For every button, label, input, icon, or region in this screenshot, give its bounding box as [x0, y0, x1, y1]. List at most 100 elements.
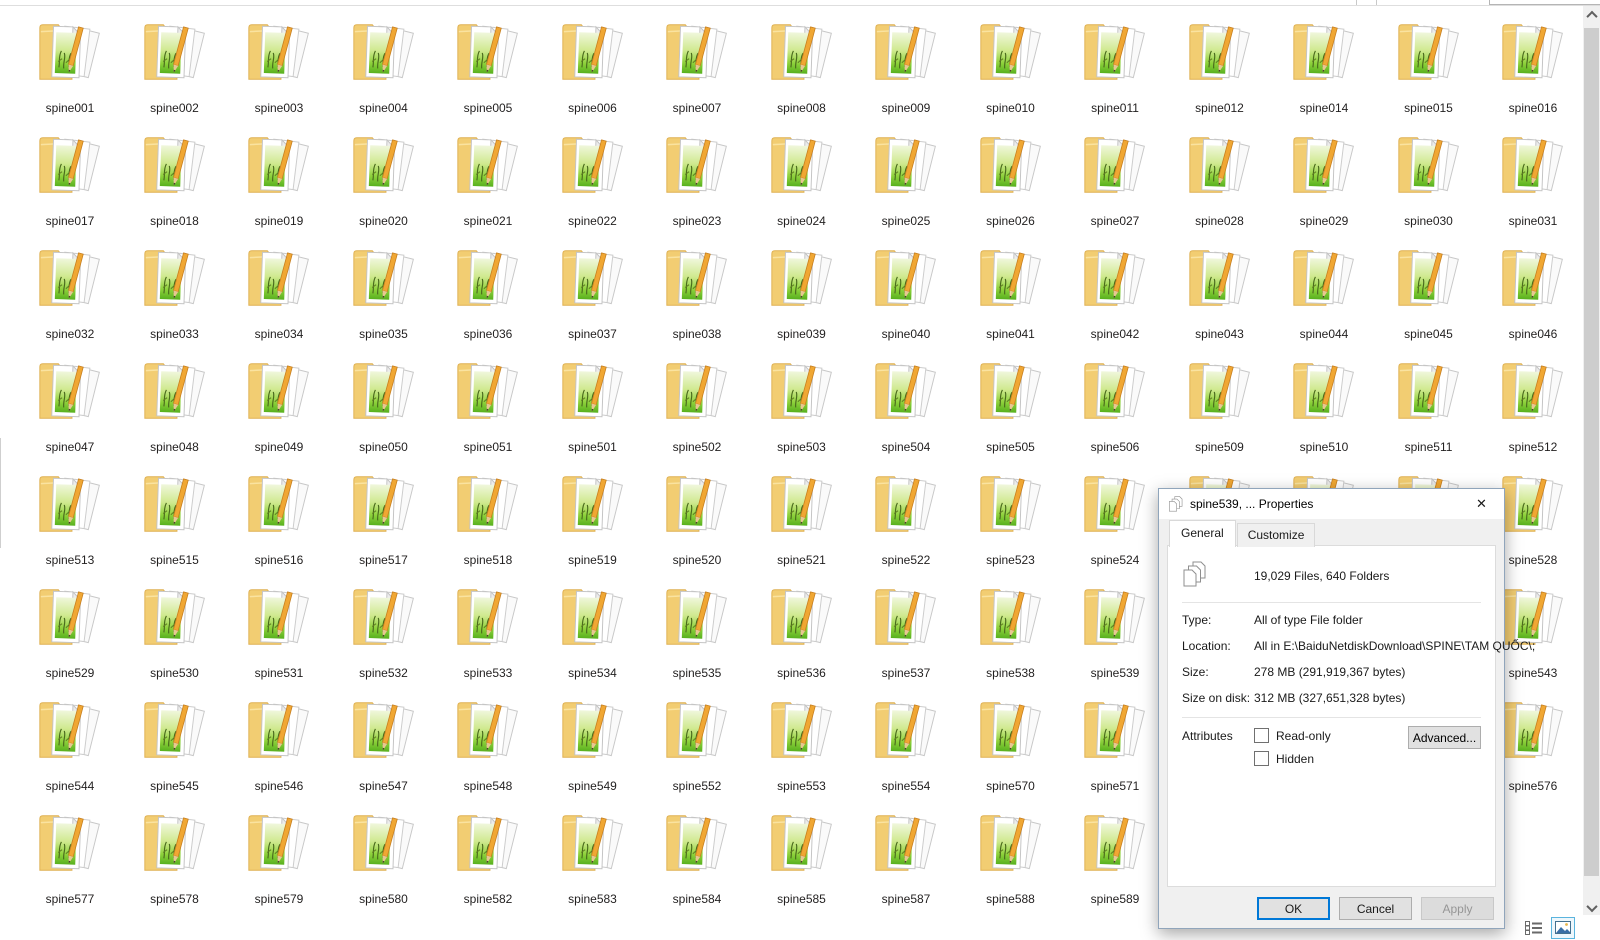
folder-item[interactable]: spine035	[332, 243, 436, 343]
folder-item[interactable]: spine554	[854, 695, 958, 795]
folder-item[interactable]: spine051	[436, 356, 540, 456]
folder-item[interactable]: spine015	[1377, 17, 1481, 117]
folder-item[interactable]: spine510	[1272, 356, 1376, 456]
folder-item[interactable]: spine524	[1063, 469, 1167, 569]
folder-item[interactable]: spine516	[227, 469, 331, 569]
folder-item[interactable]: spine031	[1481, 130, 1585, 230]
folder-item[interactable]: spine034	[227, 243, 331, 343]
folder-item[interactable]: spine005	[436, 17, 540, 117]
folder-item[interactable]: spine028	[1168, 130, 1272, 230]
folder-item[interactable]: spine533	[436, 582, 540, 682]
folder-item[interactable]: spine579	[227, 808, 331, 908]
folder-item[interactable]: spine021	[436, 130, 540, 230]
folder-item[interactable]: spine050	[332, 356, 436, 456]
folder-item[interactable]: spine017	[18, 130, 122, 230]
folder-item[interactable]: spine023	[645, 130, 749, 230]
folder-item[interactable]: spine042	[1063, 243, 1167, 343]
folder-item[interactable]: spine539	[1063, 582, 1167, 682]
folder-item[interactable]: spine025	[854, 130, 958, 230]
folder-item[interactable]: spine517	[332, 469, 436, 569]
folder-item[interactable]: spine511	[1377, 356, 1481, 456]
folder-item[interactable]: spine046	[1481, 243, 1585, 343]
folder-item[interactable]: spine512	[1481, 356, 1585, 456]
folder-item[interactable]: spine002	[123, 17, 227, 117]
folder-item[interactable]: spine523	[959, 469, 1063, 569]
folder-item[interactable]: spine535	[645, 582, 749, 682]
folder-item[interactable]: spine505	[959, 356, 1063, 456]
folder-item[interactable]: spine030	[1377, 130, 1481, 230]
folder-item[interactable]: spine549	[541, 695, 645, 795]
folder-item[interactable]: spine553	[750, 695, 854, 795]
folder-item[interactable]: spine587	[854, 808, 958, 908]
folder-item[interactable]: spine501	[541, 356, 645, 456]
folder-item[interactable]: spine520	[645, 469, 749, 569]
folder-item[interactable]: spine530	[123, 582, 227, 682]
folder-item[interactable]: spine522	[854, 469, 958, 569]
folder-item[interactable]: spine026	[959, 130, 1063, 230]
folder-item[interactable]: spine004	[332, 17, 436, 117]
folder-item[interactable]: spine588	[959, 808, 1063, 908]
folder-item[interactable]: spine016	[1481, 17, 1585, 117]
folder-item[interactable]: spine582	[436, 808, 540, 908]
close-button[interactable]: ✕	[1459, 489, 1504, 518]
folder-item[interactable]: spine548	[436, 695, 540, 795]
folder-item[interactable]: spine006	[541, 17, 645, 117]
folder-item[interactable]: spine040	[854, 243, 958, 343]
ok-button[interactable]: OK	[1257, 897, 1330, 920]
folder-item[interactable]: spine003	[227, 17, 331, 117]
folder-item[interactable]: spine580	[332, 808, 436, 908]
folder-item[interactable]: spine024	[750, 130, 854, 230]
folder-item[interactable]: spine532	[332, 582, 436, 682]
scrollbar-thumb[interactable]	[1584, 28, 1599, 876]
folder-item[interactable]: spine047	[18, 356, 122, 456]
folder-item[interactable]: spine546	[227, 695, 331, 795]
folder-item[interactable]: spine521	[750, 469, 854, 569]
folder-item[interactable]: spine515	[123, 469, 227, 569]
vertical-scrollbar[interactable]	[1583, 6, 1600, 916]
details-view-button[interactable]	[1525, 920, 1543, 936]
folder-item[interactable]: spine503	[750, 356, 854, 456]
folder-item[interactable]: spine545	[123, 695, 227, 795]
folder-item[interactable]: spine012	[1168, 17, 1272, 117]
folder-item[interactable]: spine538	[959, 582, 1063, 682]
folder-item[interactable]: spine529	[18, 582, 122, 682]
folder-item[interactable]: spine045	[1377, 243, 1481, 343]
folder-item[interactable]: spine018	[123, 130, 227, 230]
folder-item[interactable]: spine552	[645, 695, 749, 795]
folder-item[interactable]: spine547	[332, 695, 436, 795]
dialog-titlebar[interactable]: spine539, ... Properties ✕	[1159, 489, 1504, 519]
advanced-button[interactable]: Advanced...	[1408, 726, 1481, 749]
folder-item[interactable]: spine577	[18, 808, 122, 908]
tab-customize[interactable]: Customize	[1237, 523, 1316, 547]
folder-item[interactable]: spine531	[227, 582, 331, 682]
folder-item[interactable]: spine502	[645, 356, 749, 456]
folder-item[interactable]: spine022	[541, 130, 645, 230]
folder-item[interactable]: spine584	[645, 808, 749, 908]
apply-button[interactable]: Apply	[1421, 897, 1494, 920]
folder-item[interactable]: spine036	[436, 243, 540, 343]
folder-item[interactable]: spine043	[1168, 243, 1272, 343]
folder-item[interactable]: spine019	[227, 130, 331, 230]
folder-item[interactable]: spine027	[1063, 130, 1167, 230]
folder-item[interactable]: spine037	[541, 243, 645, 343]
scroll-up-button[interactable]	[1583, 6, 1600, 23]
folder-item[interactable]: spine008	[750, 17, 854, 117]
scroll-down-button[interactable]	[1583, 899, 1600, 916]
cancel-button[interactable]: Cancel	[1339, 897, 1412, 920]
folder-item[interactable]: spine519	[541, 469, 645, 569]
folder-item[interactable]: spine029	[1272, 130, 1376, 230]
folder-item[interactable]: spine014	[1272, 17, 1376, 117]
folder-item[interactable]: spine513	[18, 469, 122, 569]
folder-item[interactable]: spine039	[750, 243, 854, 343]
folder-item[interactable]: spine010	[959, 17, 1063, 117]
folder-item[interactable]: spine049	[227, 356, 331, 456]
folder-item[interactable]: spine007	[645, 17, 749, 117]
checkbox[interactable]	[1254, 728, 1269, 743]
folder-item[interactable]: spine570	[959, 695, 1063, 795]
folder-item[interactable]: spine537	[854, 582, 958, 682]
checkbox[interactable]	[1254, 751, 1269, 766]
folder-item[interactable]: spine020	[332, 130, 436, 230]
folder-item[interactable]: spine504	[854, 356, 958, 456]
folder-item[interactable]: spine033	[123, 243, 227, 343]
folder-item[interactable]: spine041	[959, 243, 1063, 343]
